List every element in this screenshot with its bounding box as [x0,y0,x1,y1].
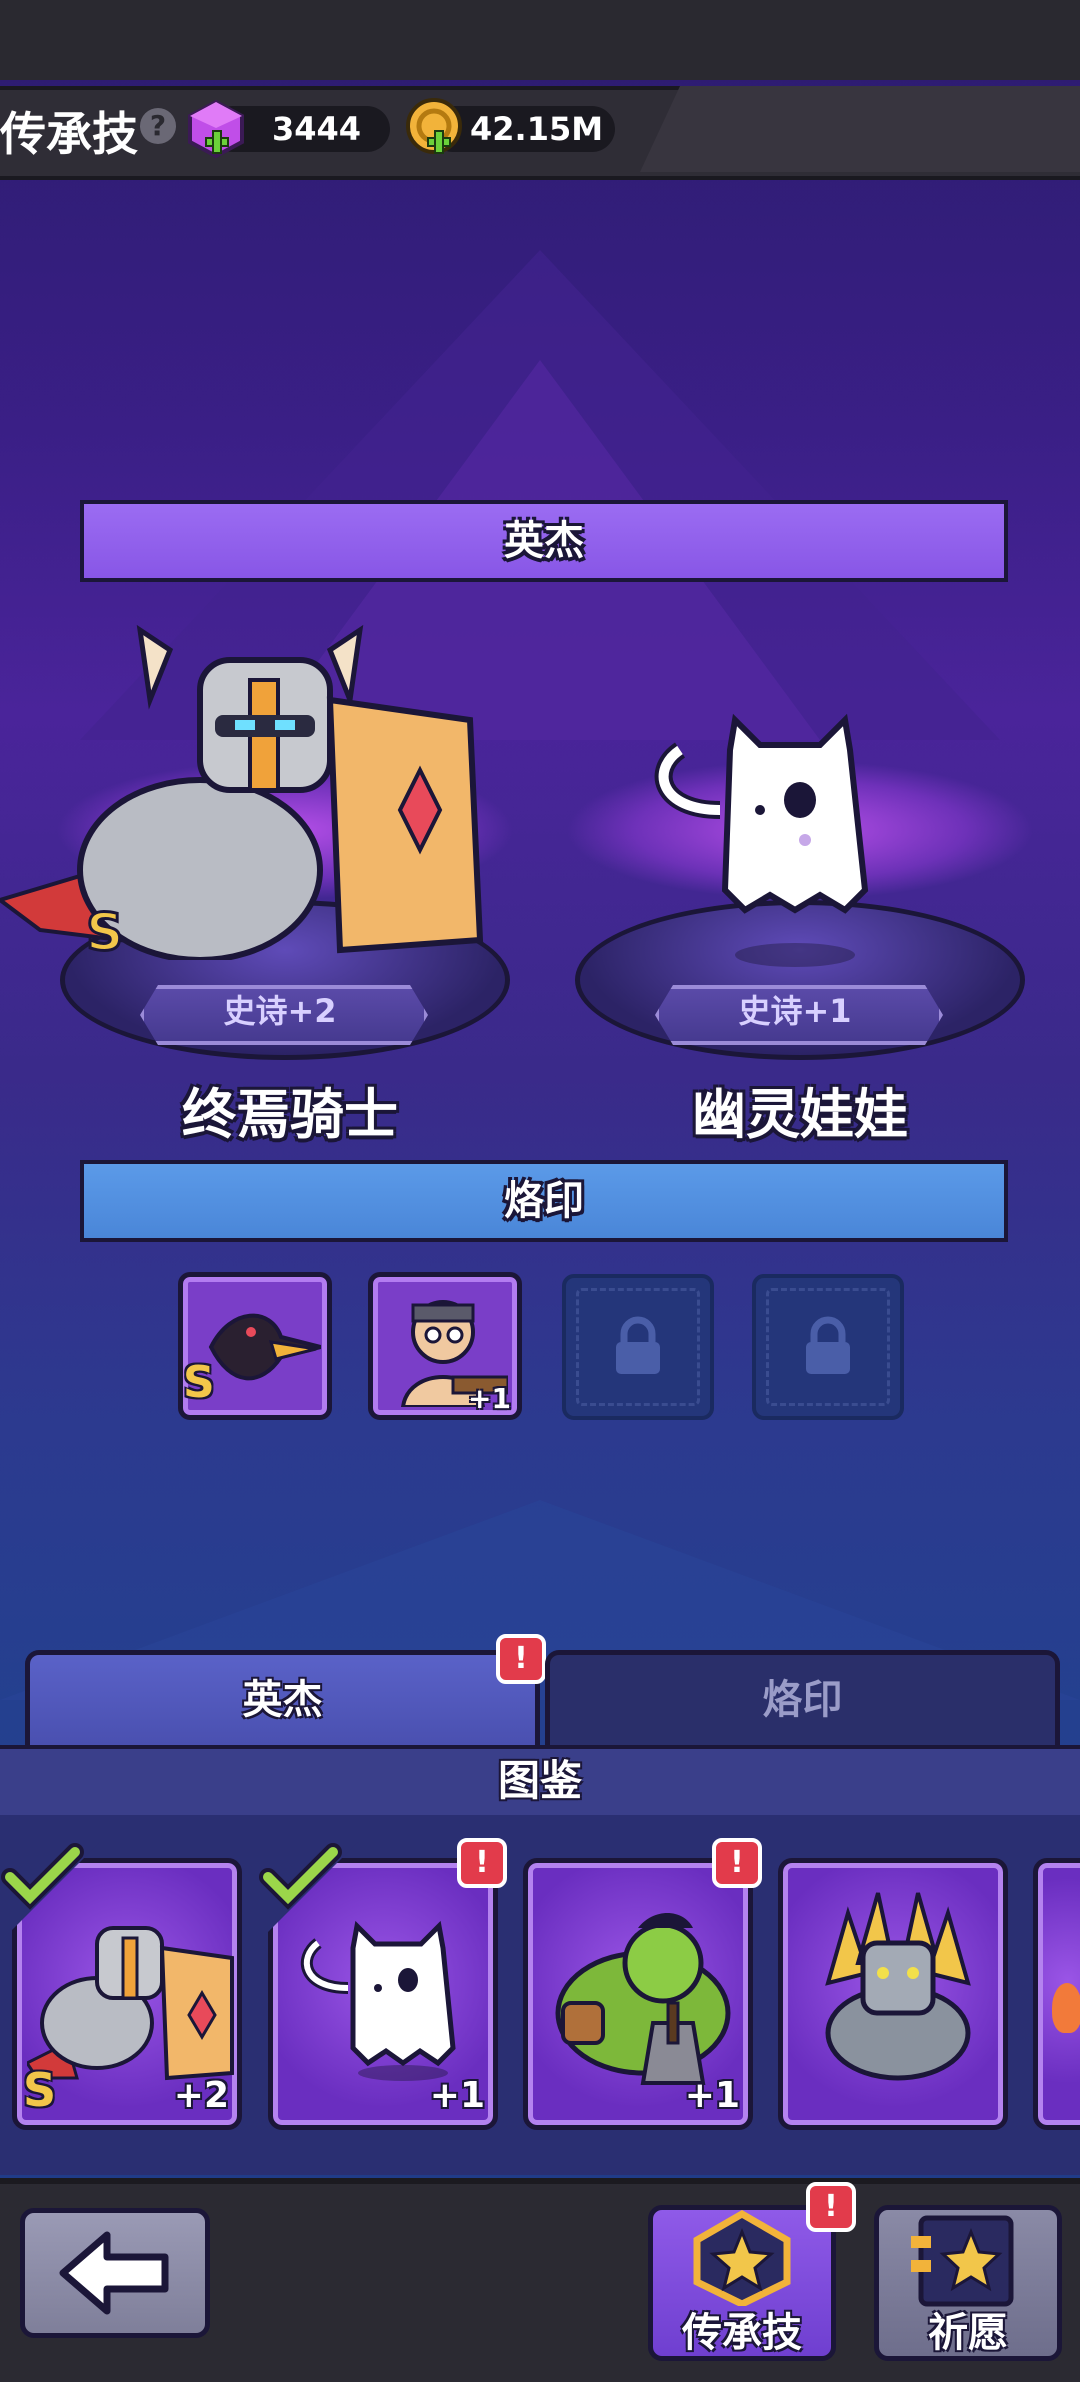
checkmark-icon [1,1842,100,1934]
codex-card-golem[interactable] [778,1858,1008,2130]
tab-heroes[interactable]: 英杰 [25,1650,540,1745]
seal-2-plus: +1 [468,1382,511,1415]
checkmark-icon [259,1842,358,1934]
hero-name-right: 幽灵娃娃 [692,1083,908,1146]
lock-icon [806,1316,850,1374]
tab-seals-label: 烙印 [762,1677,843,1723]
resource-bar-slant [640,86,1080,172]
back-button[interactable] [20,2208,210,2338]
hero-banner-title: 英杰 [504,518,584,564]
seal-1-grade: S [183,1357,215,1408]
card-2-plus: +1 [429,2075,485,2116]
card-3-alert-badge: ! [712,1838,762,1888]
knight-grade-label: S [86,903,123,960]
inheritance-skill-label: 传承技 [682,2310,802,2356]
rarity-right-label: 史诗+1 [738,992,852,1030]
question-icon[interactable]: ? [140,108,176,144]
knight-hero-art[interactable]: S [0,620,500,960]
seal-slot-4-locked[interactable] [752,1274,904,1420]
lock-icon [616,1316,660,1374]
seal-slot-2[interactable]: +1 [368,1272,522,1420]
star-badge-icon [693,2210,791,2306]
inheritance-skill-alert-badge: ! [806,2182,856,2232]
gold-coin-icon[interactable] [404,96,468,160]
codex-card-orc[interactable]: +1 [523,1858,753,2130]
ghost-doll-hero-art[interactable] [640,690,900,980]
codex-title: 图鉴 [497,1756,582,1805]
status-bar [0,0,1080,80]
arrow-left-icon [59,2231,169,2315]
orc-card-art [555,1913,731,2085]
golem-card-art [825,1892,971,2081]
card-2-alert-badge: ! [457,1838,507,1888]
page-title: 传承技 [0,107,138,161]
card-1-plus: +2 [173,2075,229,2116]
tab-heroes-alert-badge: ! [496,1634,546,1684]
codex-card-partial[interactable] [1033,1858,1080,2130]
tab-heroes-label: 英杰 [242,1677,323,1723]
wish-button[interactable]: 祈愿 [874,2205,1062,2361]
seal-slot-3-locked[interactable] [562,1274,714,1420]
seal-slot-1[interactable]: S [178,1272,332,1420]
fire-icon [1052,1983,1080,2033]
hero-name-left: 终焉骑士 [182,1083,398,1146]
gold-amount: 42.15M [470,110,604,148]
gem-amount: 3444 [272,110,362,148]
star-book-icon [911,2215,1014,2307]
tab-seals[interactable]: 烙印 [545,1650,1060,1745]
wish-label: 祈愿 [928,2310,1008,2356]
rarity-left-label: 史诗+2 [223,992,337,1030]
card-1-grade: S [23,2063,57,2117]
gem-icon[interactable] [186,98,250,162]
seal-banner-title: 烙印 [504,1178,584,1224]
card-3-plus: +1 [684,2075,740,2116]
